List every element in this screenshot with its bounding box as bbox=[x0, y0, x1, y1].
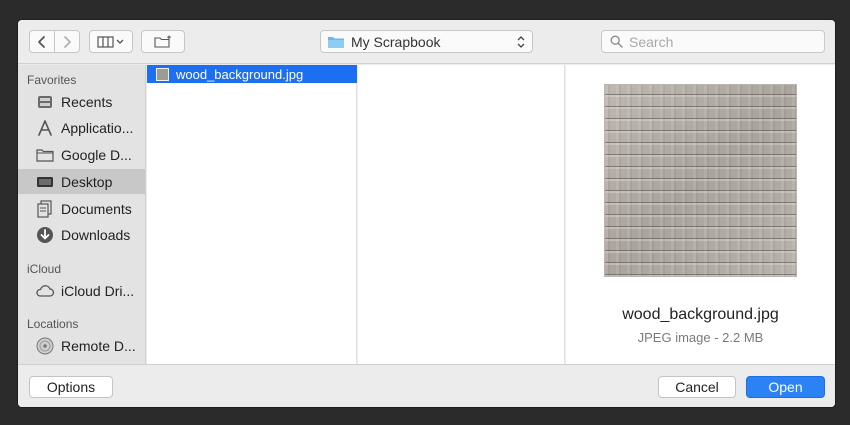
empty-column bbox=[358, 65, 565, 364]
navigation-buttons bbox=[29, 30, 80, 53]
cancel-button[interactable]: Cancel bbox=[658, 376, 736, 398]
sidebar-heading-locations: Locations bbox=[27, 317, 79, 331]
sidebar-heading-icloud: iCloud bbox=[27, 262, 62, 276]
sidebar-item-label: Downloads bbox=[61, 226, 131, 243]
sidebar-heading-favorites: Favorites bbox=[27, 73, 77, 87]
location-popup[interactable]: My Scrapbook bbox=[320, 30, 533, 53]
sidebar-item-remote-disc[interactable]: Remote D... bbox=[18, 333, 145, 358]
sidebar-item-desktop[interactable]: Desktop bbox=[18, 169, 145, 194]
folder-icon bbox=[328, 36, 344, 48]
sidebar-item-applications[interactable]: Applicatio... bbox=[18, 115, 145, 140]
image-thumbnail-icon bbox=[156, 67, 169, 81]
folder-icon bbox=[35, 146, 55, 164]
sidebar-item-label: Documents bbox=[61, 200, 132, 217]
search-input[interactable] bbox=[629, 33, 809, 50]
desktop-icon bbox=[35, 173, 55, 191]
sidebar-item-recents[interactable]: Recents bbox=[18, 89, 145, 114]
location-label: My Scrapbook bbox=[351, 33, 441, 50]
sidebar-item-downloads[interactable]: Downloads bbox=[18, 222, 145, 247]
preview-file-name: wood_background.jpg bbox=[622, 306, 779, 323]
search-field[interactable] bbox=[601, 30, 825, 53]
forward-button[interactable] bbox=[55, 31, 80, 52]
preview-pane: wood_background.jpg JPEG image - 2.2 MB bbox=[566, 65, 835, 364]
new-folder-icon bbox=[154, 35, 171, 48]
sidebar-item-label: Remote D... bbox=[61, 337, 136, 354]
file-column: wood_background.jpg bbox=[147, 65, 357, 364]
search-icon bbox=[610, 35, 623, 48]
cloud-icon bbox=[35, 282, 55, 300]
documents-icon bbox=[35, 199, 55, 218]
disc-icon bbox=[35, 337, 55, 355]
file-name: wood_background.jpg bbox=[176, 66, 304, 82]
chevron-right-icon bbox=[63, 35, 71, 48]
options-button[interactable]: Options bbox=[29, 376, 113, 398]
sidebar-item-label: Google D... bbox=[61, 146, 132, 163]
chevron-left-icon bbox=[37, 35, 45, 48]
sidebar-item-google-drive[interactable]: Google D... bbox=[18, 142, 145, 167]
sidebar-item-label: Recents bbox=[61, 93, 113, 110]
toolbar: My Scrapbook bbox=[18, 20, 835, 64]
sidebar-item-documents[interactable]: Documents bbox=[18, 196, 145, 221]
sidebar-item-label: iCloud Dri... bbox=[61, 282, 135, 299]
sidebar-item-label: Applicatio... bbox=[61, 119, 134, 136]
sidebar: Favorites Recents Applicatio... Google D… bbox=[18, 65, 146, 364]
sidebar-item-icloud-drive[interactable]: iCloud Dri... bbox=[18, 278, 145, 303]
sidebar-item-label: Desktop bbox=[61, 173, 113, 190]
downloads-icon bbox=[35, 226, 55, 244]
open-button[interactable]: Open bbox=[746, 376, 825, 398]
back-button[interactable] bbox=[30, 31, 55, 52]
up-down-chevron-icon bbox=[517, 36, 525, 48]
applications-icon bbox=[35, 119, 55, 137]
new-folder-button[interactable] bbox=[141, 30, 185, 53]
clock-icon bbox=[35, 93, 55, 111]
open-file-dialog: My Scrapbook Favorites Recents bbox=[18, 20, 835, 407]
view-mode-button[interactable] bbox=[89, 30, 133, 53]
preview-file-info: JPEG image - 2.2 MB bbox=[637, 330, 764, 345]
column-view-icon bbox=[97, 35, 124, 48]
dialog-footer: Options Cancel Open bbox=[18, 364, 835, 407]
file-row-selected[interactable]: wood_background.jpg bbox=[147, 65, 357, 83]
preview-image bbox=[604, 84, 797, 277]
